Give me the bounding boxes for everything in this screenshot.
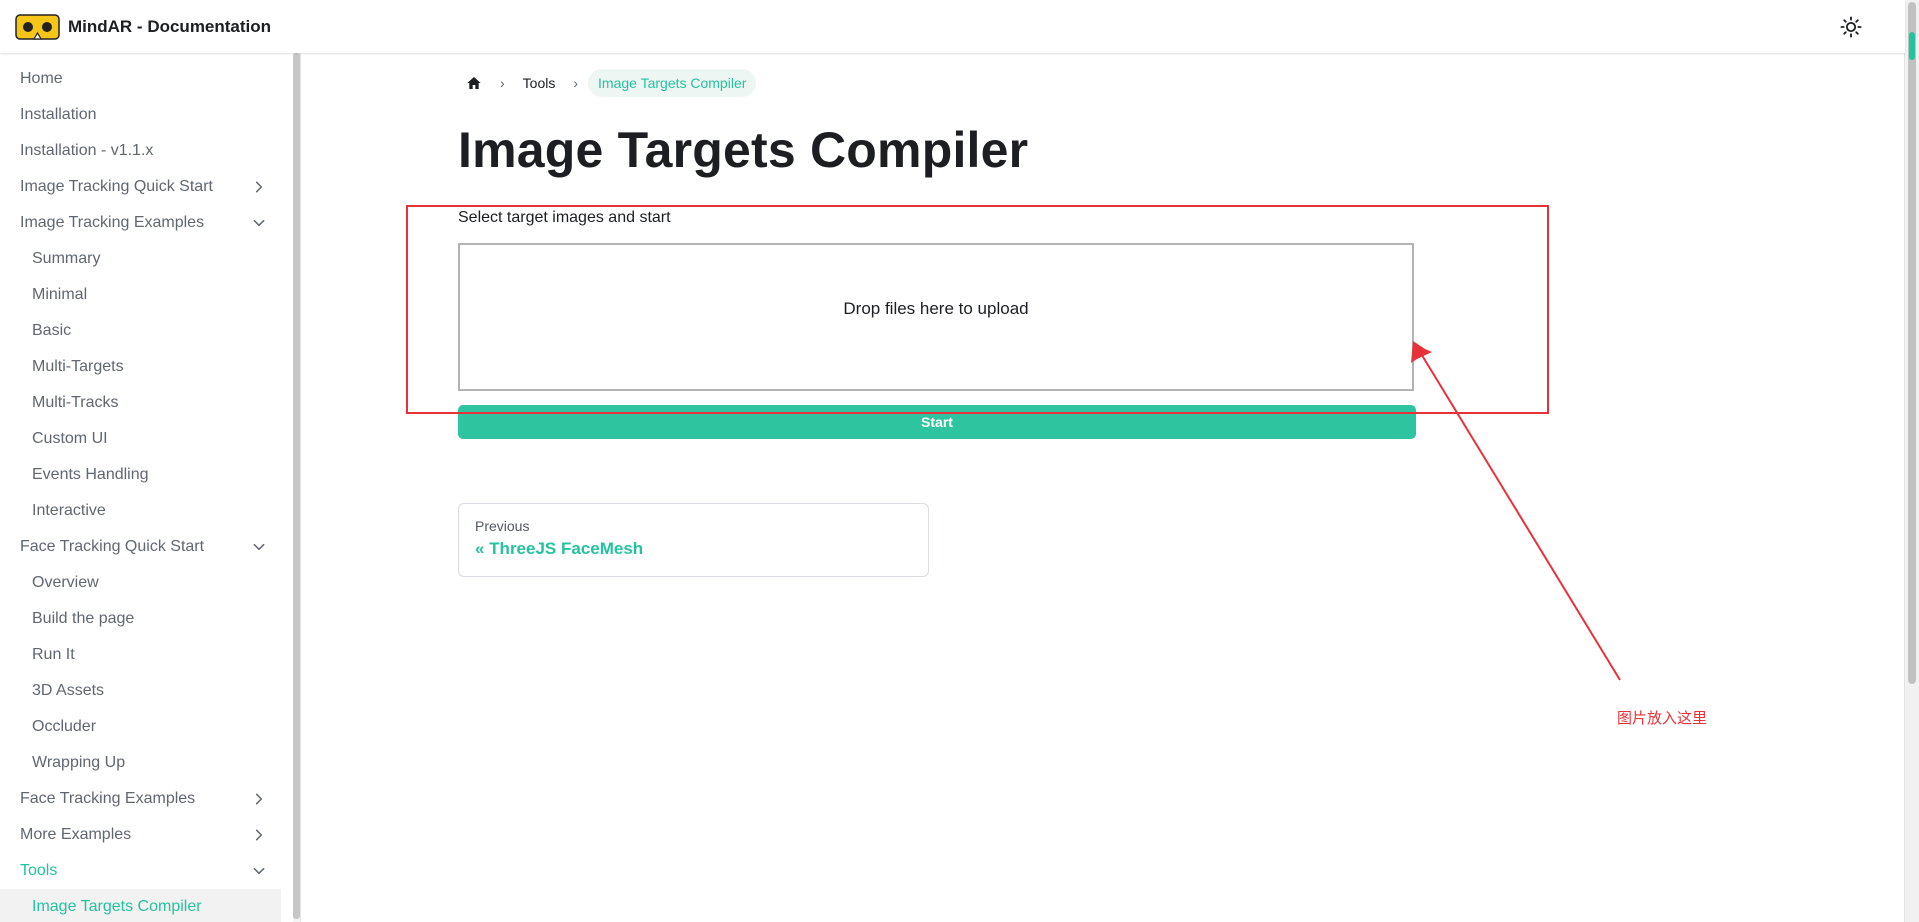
- sidebar-item-occluder[interactable]: Occluder: [0, 709, 281, 745]
- sidebar-scrollbar-thumb[interactable]: [293, 53, 300, 919]
- breadcrumb: › Tools › Image Targets Compiler: [458, 67, 1458, 99]
- sidebar: Home Installation Installation - v1.1.x Ima…: [0, 53, 301, 922]
- sidebar-item-label: Build the page: [32, 610, 135, 627]
- sidebar-item-multi-tracks[interactable]: Multi-Tracks: [0, 385, 281, 421]
- sidebar-item-events-handling[interactable]: Events Handling: [0, 457, 281, 493]
- annotation-text: 图片放入这里: [1617, 710, 1708, 727]
- intro-text: Select target images and start: [458, 209, 671, 226]
- sidebar-item-label: Tools: [20, 862, 58, 879]
- sidebar-item-label: Minimal: [32, 286, 88, 303]
- theme-toggle-button[interactable]: [1835, 11, 1867, 43]
- sidebar-item-label: Occluder: [32, 718, 97, 735]
- sidebar-item-summary[interactable]: Summary: [0, 241, 281, 277]
- start-button[interactable]: Start: [458, 405, 1416, 439]
- sidebar-item-label: Installation - v1.1.x: [20, 142, 154, 159]
- navbar: MindAR - Documentation: [0, 0, 1905, 53]
- sidebar-item-custom-ui[interactable]: Custom UI: [0, 421, 281, 457]
- page-scrollbar[interactable]: [1904, 0, 1919, 922]
- breadcrumb-tools[interactable]: Tools: [515, 69, 564, 97]
- breadcrumb-separator: ›: [573, 75, 579, 91]
- sidebar-item-label: Image Tracking Quick Start: [20, 178, 213, 195]
- chevron-right-icon[interactable]: [249, 789, 269, 809]
- breadcrumb-home[interactable]: [458, 68, 490, 98]
- main-content: › Tools › Image Targets Compiler Image T…: [458, 53, 1458, 577]
- sidebar-item-home[interactable]: Home: [0, 61, 281, 97]
- sidebar-item-label: Custom UI: [32, 430, 108, 447]
- sidebar-item-multi-targets[interactable]: Multi-Targets: [0, 349, 281, 385]
- brand-title: MindAR - Documentation: [68, 16, 272, 36]
- sidebar-item-3d-assets[interactable]: 3D Assets: [0, 673, 281, 709]
- sidebar-item-label: More Examples: [20, 826, 132, 843]
- home-icon: [467, 77, 481, 89]
- sidebar-item-label: Home: [20, 70, 63, 87]
- sidebar-item-tools[interactable]: Tools: [0, 853, 281, 889]
- sidebar-item-label: Run It: [32, 646, 75, 663]
- breadcrumb-current: Image Targets Compiler: [588, 69, 757, 97]
- sidebar-item-label: Summary: [32, 250, 101, 267]
- brand-link[interactable]: MindAR - Documentation: [15, 12, 271, 42]
- vr-goggles-logo-icon: [15, 12, 60, 42]
- sidebar-item-label: Overview: [32, 574, 99, 591]
- sidebar-item-label: Multi-Tracks: [32, 394, 119, 411]
- sidebar-item-label: Basic: [32, 322, 72, 339]
- scroll-progress-indicator: [1909, 32, 1915, 60]
- sidebar-menu: Home Installation Installation - v1.1.x Ima…: [0, 53, 300, 922]
- sidebar-item-basic[interactable]: Basic: [0, 313, 281, 349]
- sidebar-item-installation-v1-1-x[interactable]: Installation - v1.1.x: [0, 133, 281, 169]
- sidebar-item-label: Image Targets Compiler: [32, 898, 202, 915]
- sidebar-scrollbar[interactable]: [293, 53, 300, 922]
- chevron-right-icon[interactable]: [249, 825, 269, 845]
- sidebar-item-wrapping-up[interactable]: Wrapping Up: [0, 745, 281, 781]
- sidebar-item-image-tracking-examples[interactable]: Image Tracking Examples: [0, 205, 281, 241]
- sidebar-item-build-the-page[interactable]: Build the page: [0, 601, 281, 637]
- sidebar-item-label: Events Handling: [32, 466, 149, 483]
- sidebar-item-installation[interactable]: Installation: [0, 97, 281, 133]
- chevron-down-icon[interactable]: [249, 213, 269, 233]
- sidebar-item-label: Interactive: [32, 502, 106, 519]
- sidebar-item-label: Multi-Targets: [32, 358, 124, 375]
- sidebar-item-label: Installation: [20, 106, 97, 123]
- chevron-right-icon[interactable]: [249, 177, 269, 197]
- sidebar-item-label: 3D Assets: [32, 682, 105, 699]
- chevron-down-icon[interactable]: [249, 861, 269, 881]
- sidebar-item-label: Face Tracking Quick Start: [20, 538, 205, 555]
- sidebar-item-face-tracking-quick-start[interactable]: Face Tracking Quick Start: [0, 529, 281, 565]
- pagination-previous-link[interactable]: Previous « ThreeJS FaceMesh: [458, 503, 929, 577]
- sidebar-item-image-targets-compiler[interactable]: Image Targets Compiler: [0, 889, 281, 922]
- pagination-sublabel: Previous: [475, 518, 530, 534]
- file-dropzone[interactable]: Drop files here to upload: [458, 243, 1414, 391]
- pagination-label: « ThreeJS FaceMesh: [475, 539, 644, 558]
- sidebar-item-overview[interactable]: Overview: [0, 565, 281, 601]
- sidebar-item-run-it[interactable]: Run It: [0, 637, 281, 673]
- sidebar-item-label: Face Tracking Examples: [20, 790, 196, 807]
- sidebar-item-minimal[interactable]: Minimal: [0, 277, 281, 313]
- chevron-down-icon[interactable]: [249, 537, 269, 557]
- sidebar-item-interactive[interactable]: Interactive: [0, 493, 281, 529]
- breadcrumb-separator: ›: [500, 75, 505, 91]
- dropzone-message: Drop files here to upload: [843, 299, 1029, 318]
- page-scrollbar-thumb[interactable]: [1908, 2, 1916, 684]
- sidebar-item-label: Image Tracking Examples: [20, 214, 205, 231]
- sidebar-item-face-tracking-examples[interactable]: Face Tracking Examples: [0, 781, 281, 817]
- sun-icon: [1840, 16, 1862, 38]
- sidebar-item-label: Wrapping Up: [32, 754, 126, 771]
- sidebar-item-more-examples[interactable]: More Examples: [0, 817, 281, 853]
- sidebar-item-image-tracking-quick-start[interactable]: Image Tracking Quick Start: [0, 169, 281, 205]
- page-title: Image Targets Compiler: [458, 122, 1029, 178]
